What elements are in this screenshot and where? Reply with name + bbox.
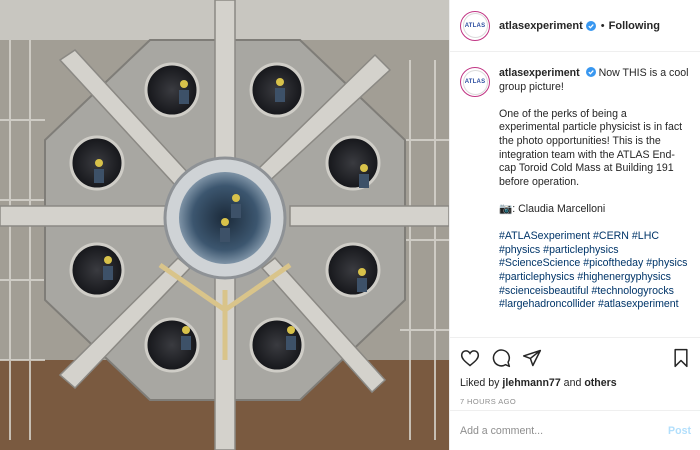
hashtag-link[interactable]: #technologyrocks	[591, 285, 673, 297]
hashtag-link[interactable]: #physics	[646, 257, 687, 269]
post-photo[interactable]	[0, 0, 449, 450]
comments-area: ATLAS atlasexperiment Now THIS is a cool…	[450, 53, 700, 336]
caption-username[interactable]: atlasexperiment	[499, 67, 580, 79]
post-comment-button[interactable]: Post	[668, 425, 691, 437]
liked-prefix: Liked by	[460, 377, 500, 389]
hashtag-link[interactable]: #particlephysics	[543, 244, 618, 256]
caption: ATLAS atlasexperiment Now THIS is a cool…	[460, 67, 691, 325]
avatar[interactable]: ATLAS	[460, 10, 490, 41]
post-header: ATLAS atlasexperiment • Following	[450, 0, 700, 52]
caption-avatar-logo: ATLAS	[462, 69, 488, 95]
hashtag-link[interactable]: #ScienceScience	[499, 257, 580, 269]
hashtag-link[interactable]: #particlephysics	[499, 271, 574, 283]
post-timestamp[interactable]: 7 HOURS AGO	[460, 397, 691, 406]
hashtag-link[interactable]: #physics	[499, 244, 540, 256]
hashtag-link[interactable]: #ATLASexperiment	[499, 230, 590, 242]
caption-first-line: atlasexperiment Now THIS is a cool group…	[499, 67, 689, 94]
heart-icon[interactable]	[460, 348, 480, 368]
hashtag-link[interactable]: #scienceisbeautiful	[499, 285, 589, 297]
hashtag-link[interactable]: #CERN	[593, 230, 629, 242]
avatar-logo: ATLAS	[462, 13, 488, 38]
hashtag-link[interactable]: #highenergyphysics	[577, 271, 671, 283]
caption-text: atlasexperiment Now THIS is a cool group…	[499, 67, 689, 325]
atlas-toroid-photo	[0, 0, 449, 450]
photo-credit: 📷: Claudia Marcelloni	[499, 202, 606, 215]
post-actions: Liked by jlehmann77 and others 7 HOURS A…	[450, 337, 700, 406]
liked-user-link[interactable]: jlehmann77	[502, 377, 560, 389]
caption-avatar[interactable]: ATLAS	[460, 67, 490, 97]
add-comment-bar: Post	[450, 410, 700, 450]
hashtags: #ATLASexperiment #CERN #LHC #physics #pa…	[499, 230, 689, 312]
header-separator: •	[600, 19, 605, 32]
comment-input[interactable]	[460, 424, 669, 437]
action-icons	[460, 347, 691, 369]
post-side-panel: ATLAS atlasexperiment • Following ATLAS …	[449, 0, 700, 450]
hashtag-link[interactable]: #atlasexperiment	[598, 298, 679, 310]
caption-paragraph: One of the perks of being a experimental…	[499, 107, 683, 188]
hashtag-link[interactable]: #picoftheday	[583, 257, 643, 269]
hashtag-link[interactable]: #largehadroncollider	[499, 298, 595, 310]
liked-and: and	[563, 377, 582, 389]
bookmark-icon[interactable]	[671, 348, 691, 368]
instagram-post: ATLAS atlasexperiment • Following ATLAS …	[0, 0, 700, 450]
liked-others-link[interactable]: others	[584, 377, 616, 389]
likes-summary: Liked by jlehmann77 and others	[460, 377, 691, 389]
verified-badge-icon	[585, 67, 596, 77]
header-username[interactable]: atlasexperiment	[499, 20, 583, 32]
comment-icon[interactable]	[491, 348, 511, 368]
verified-badge-icon	[585, 20, 596, 31]
share-icon[interactable]	[522, 348, 542, 368]
hashtag-link[interactable]: #LHC	[632, 230, 659, 242]
following-button[interactable]: Following	[609, 20, 660, 32]
